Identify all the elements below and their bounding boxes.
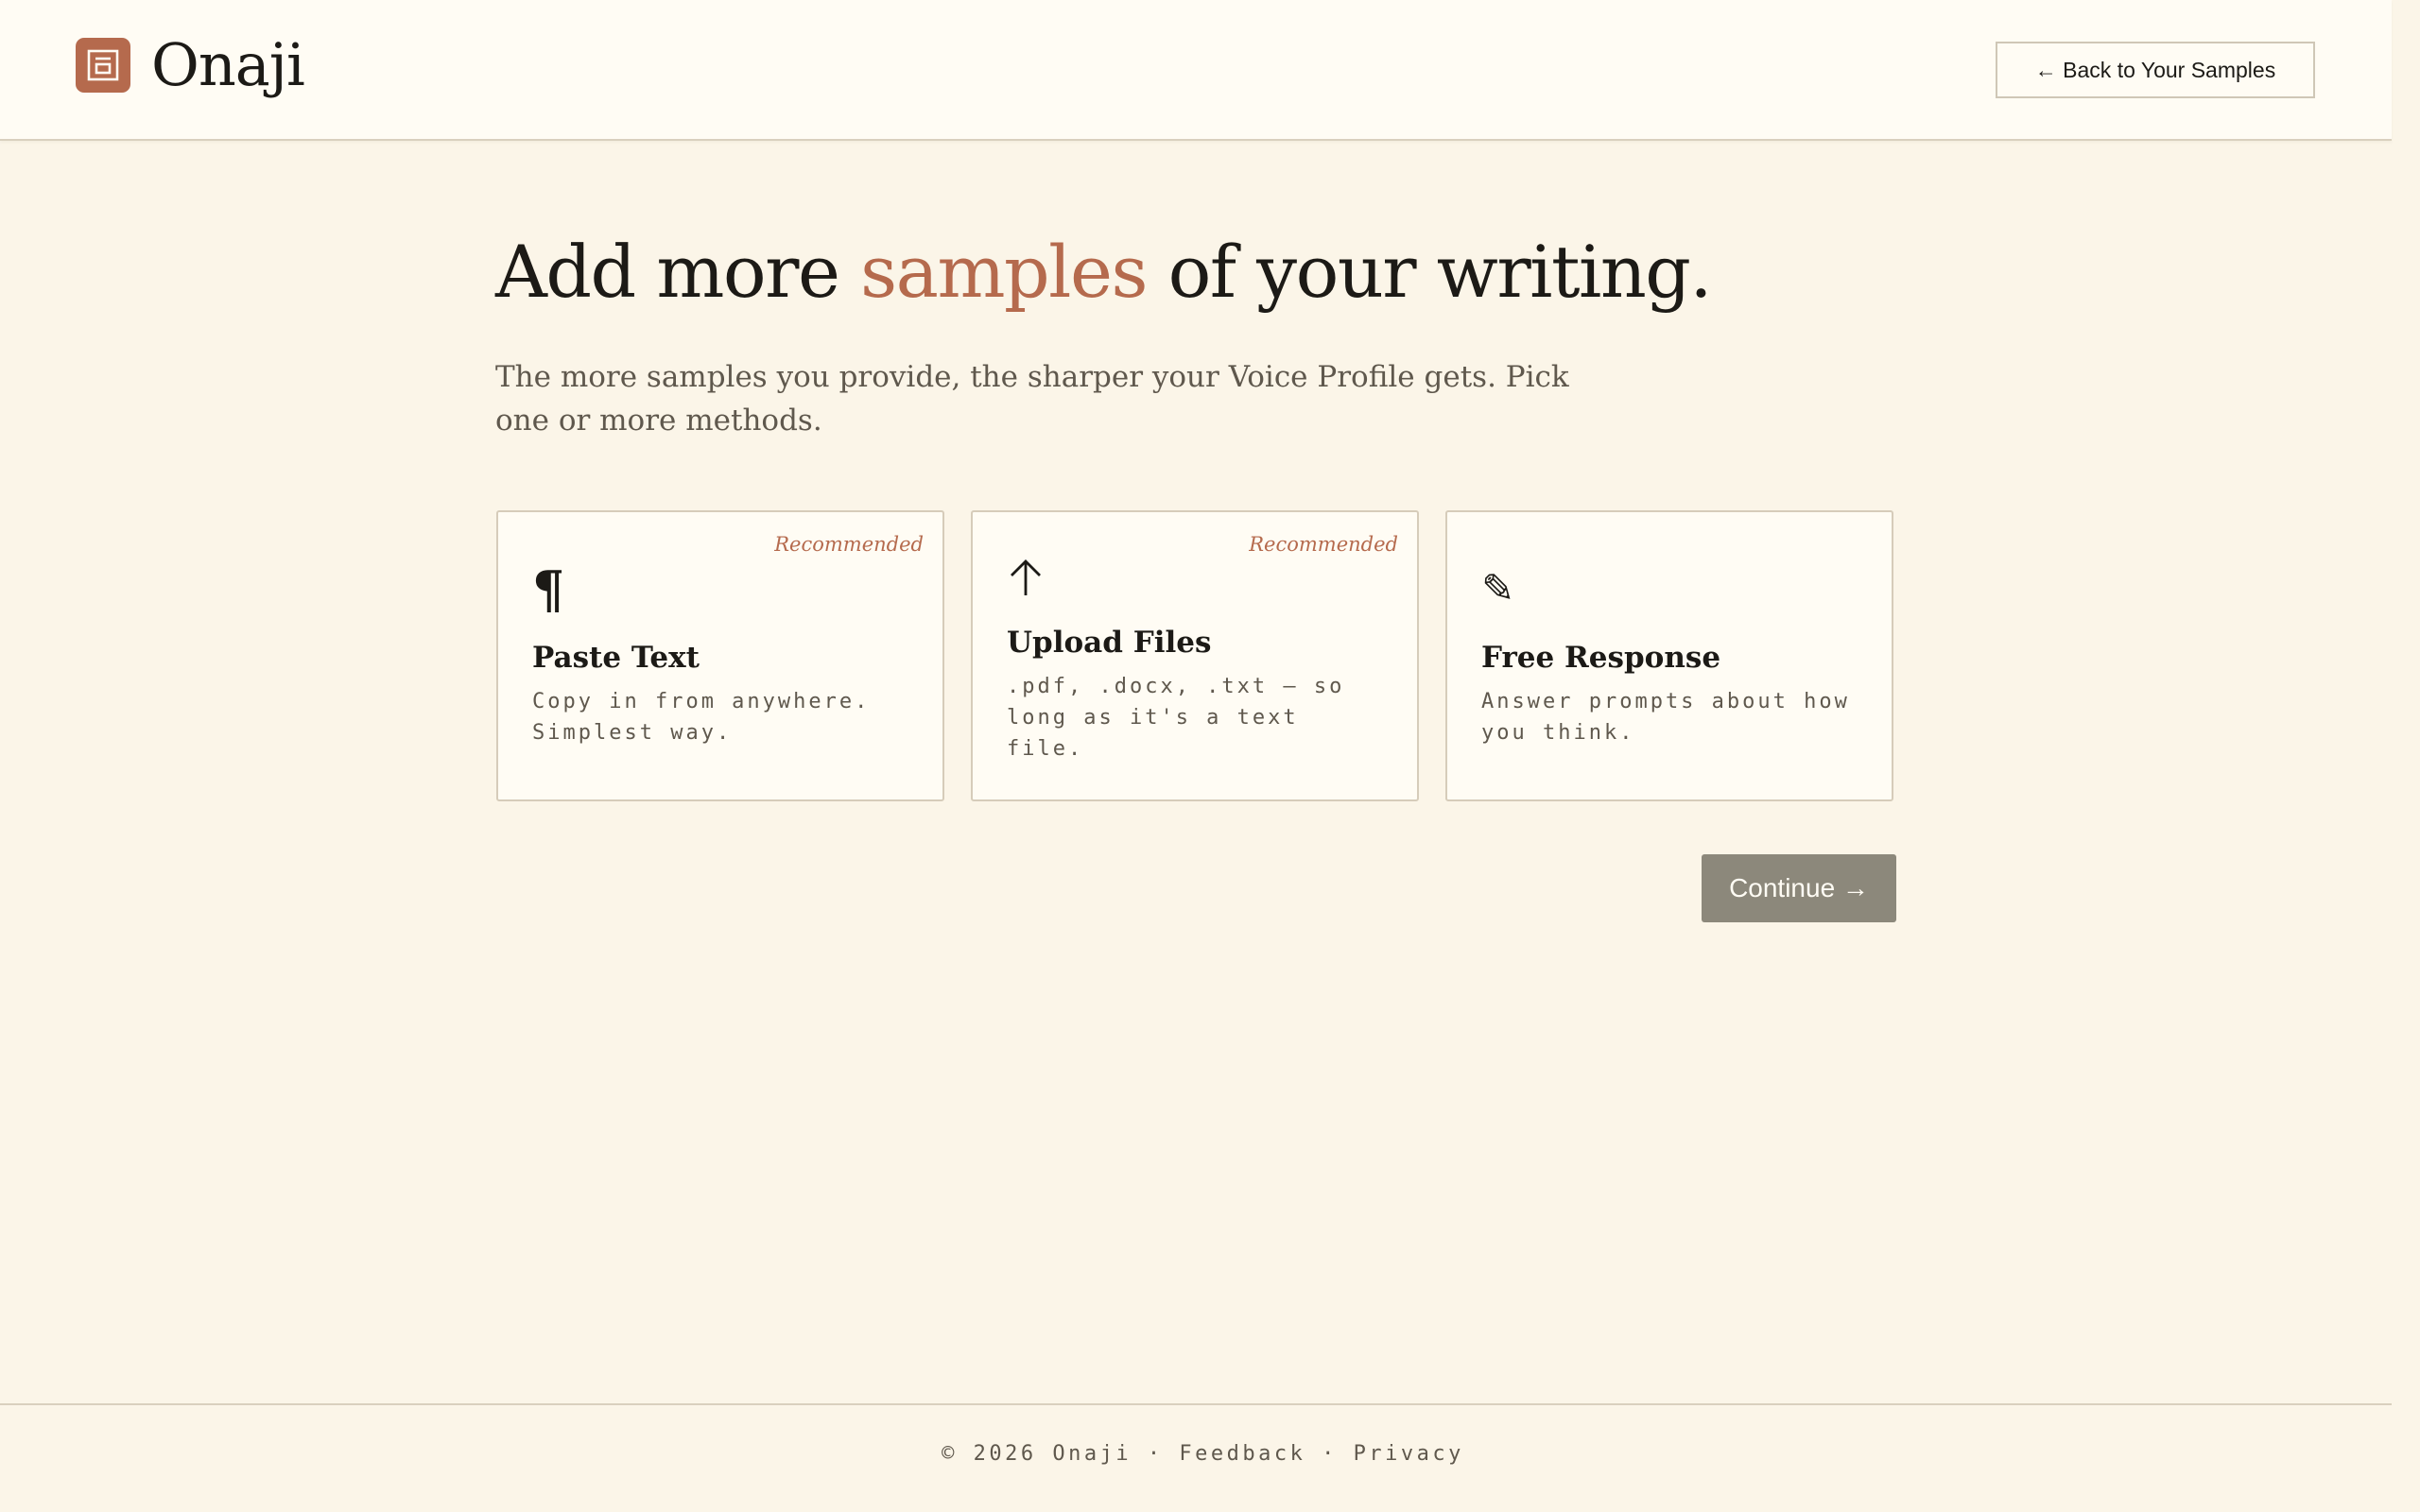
title-accent-word: samples [860,230,1148,314]
page-title: Add more samples of your writing. [495,225,1713,319]
stamp-logo-icon [76,38,130,93]
footer-copyright: © 2026 Onaji [942,1442,1132,1466]
recommended-badge: Recommended [774,533,924,556]
pencil-icon: ✎ [1481,565,1515,611]
method-description: .pdf, .docx, .txt — so long as it's a te… [1007,675,1345,761]
page: Onaji ← Back to Your Samples Add more sa… [0,0,2420,1512]
page-subtitle: The more samples you provide, the sharpe… [495,360,1569,438]
upload-arrow-icon [1007,558,1045,602]
method-description: Answer prompts about how you think. [1481,690,1850,745]
method-title: Paste Text [532,641,700,675]
feedback-link[interactable]: Feedback [1179,1442,1305,1466]
method-card-upload-files[interactable]: Recommended Upload Files .pdf, .docx, .t… [971,510,1419,801]
method-card-paste-text[interactable]: Recommended ¶ Paste Text Copy in from an… [496,510,944,801]
method-card-free-response[interactable]: ✎ Free Response Answer prompts about how… [1445,510,1893,801]
privacy-link[interactable]: Privacy [1354,1442,1464,1466]
method-description: Copy in from anywhere. Simplest way. [532,690,871,745]
brand-name: Onaji [151,30,305,99]
title-lead: Add more [495,230,861,314]
title-trail: of your writing. [1146,230,1713,314]
continue-button[interactable]: Continue → [1702,854,1896,922]
back-to-samples-button[interactable]: ← Back to Your Samples [1996,42,2315,98]
method-title: Upload Files [1007,626,1212,660]
pilcrow-icon: ¶ [532,559,565,620]
method-title: Free Response [1481,641,1721,675]
footer: © 2026 Onaji · Feedback · Privacy [0,1442,2406,1466]
footer-divider [0,1403,2392,1405]
top-bar: Onaji ← Back to Your Samples [0,0,2392,141]
footer-separator: · [1132,1442,1180,1466]
brand-home-link[interactable]: Onaji [76,28,305,102]
footer-separator: · [1305,1442,1354,1466]
recommended-badge: Recommended [1249,533,1398,556]
